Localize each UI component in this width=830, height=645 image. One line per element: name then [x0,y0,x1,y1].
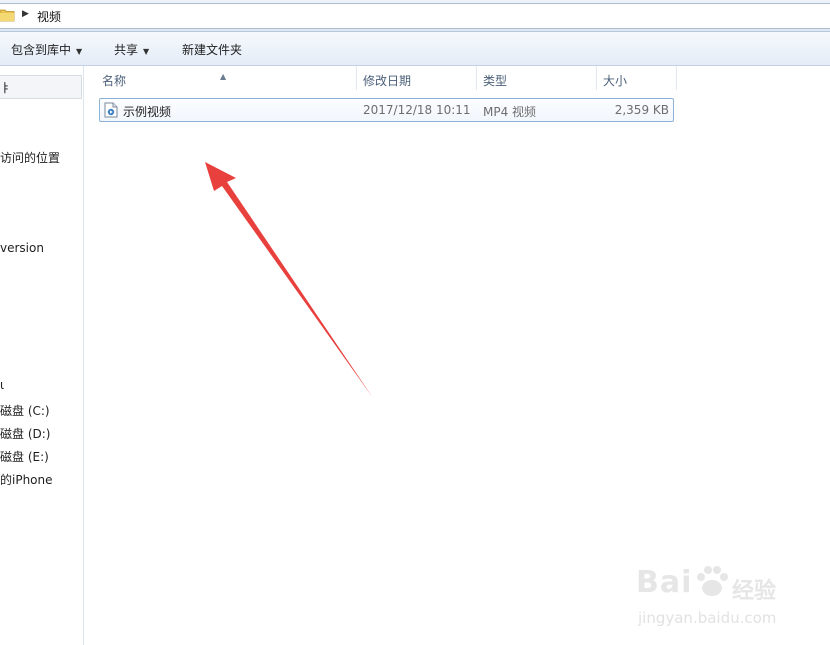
dropdown-arrow-icon: ▼ [143,47,150,56]
column-header-size-label: 大小 [603,74,628,88]
video-file-icon [104,102,118,118]
file-type: MP4 视频 [483,105,537,119]
new-folder-label: 新建文件夹 [182,43,243,57]
navigation-pane: ㅑ 访问的位置 version ι 磁盘 (C:) 磁盘 (D:) 磁盘 (E:… [0,66,84,645]
sort-ascending-icon: ▲ [220,72,227,81]
breadcrumb-current[interactable]: 视频 [37,8,61,25]
address-field[interactable]: ▶ 视频 [0,3,830,29]
nav-item-computer[interactable]: ι [0,378,4,392]
nav-item-drive-d[interactable]: 磁盘 (D:) [0,425,50,442]
breadcrumb-separator-icon[interactable]: ▶ [22,9,29,19]
column-header-size[interactable]: 大小 [597,66,677,90]
paw-icon [697,566,728,596]
column-header-name[interactable]: ▲ 名称 [84,66,357,90]
nav-item-drive-e[interactable]: 磁盘 (E:) [0,448,49,465]
nav-item-iphone[interactable]: 的iPhone [0,471,53,488]
dropdown-arrow-icon: ▼ [76,47,83,56]
nav-item-recent-places[interactable]: 访问的位置 [0,149,60,166]
share-button[interactable]: 共享 ▼ [114,41,149,58]
column-header-date[interactable]: 修改日期 [357,66,477,90]
watermark-cn: 经验 [732,579,777,604]
column-header-type[interactable]: 类型 [477,66,597,90]
file-name: 示例视频 [123,105,172,119]
nav-favorites-header[interactable]: ㅑ [0,75,82,99]
new-folder-button[interactable]: 新建文件夹 [182,41,242,58]
file-list-pane: ▲ 名称 修改日期 类型 大小 示例视频 2017/12/18 10:11 MP… [84,66,830,645]
include-in-library-label: 包含到库中 [11,43,72,57]
address-bar: ▶ 视频 [0,0,830,32]
nav-favorites-label: ㅑ [0,81,12,95]
file-row[interactable]: 示例视频 2017/12/18 10:11 MP4 视频 2,359 KB [99,98,674,122]
watermark-brand: Bai [636,565,693,600]
column-header-date-label: 修改日期 [363,74,412,88]
column-header-name-label: 名称 [102,74,127,88]
folder-icon [0,9,15,22]
file-size: 2,359 KB [614,103,669,117]
include-in-library-button[interactable]: 包含到库中 ▼ [11,41,82,58]
file-date: 2017/12/18 10:11 [363,103,471,117]
share-label: 共享 [114,43,139,57]
nav-item-version[interactable]: version [0,241,44,255]
nav-item-drive-c[interactable]: 磁盘 (C:) [0,402,50,419]
watermark-url: jingyan.baidu.com [638,609,777,627]
command-toolbar: 包含到库中 ▼ 共享 ▼ 新建文件夹 [0,32,830,66]
baidu-watermark: Bai 经验 jingyan.baidu.com [636,565,796,635]
column-header-type-label: 类型 [483,74,508,88]
